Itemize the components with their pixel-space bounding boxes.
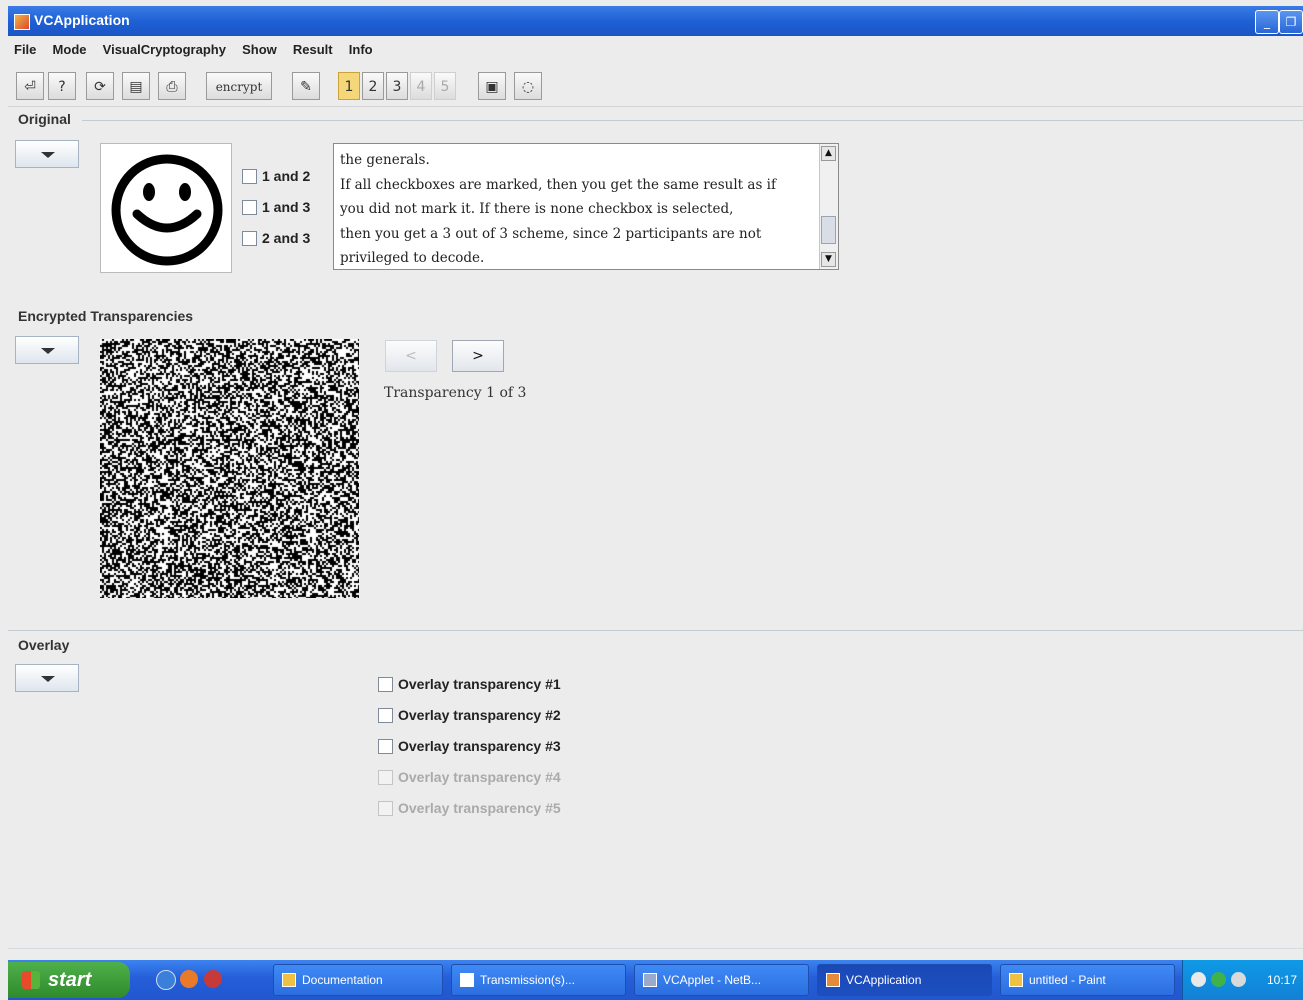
task-vcapplet[interactable]: VCApplet - NetB... bbox=[634, 964, 809, 996]
title-bar[interactable]: VCApplication _ ❐ bbox=[8, 6, 1303, 36]
netbeans-icon bbox=[643, 973, 657, 987]
overlay-checkbox-label: Overlay transparency #4 bbox=[398, 769, 561, 785]
previous-transparency-button[interactable]: < bbox=[385, 340, 437, 372]
transparency-status: Transparency 1 of 3 bbox=[384, 385, 527, 401]
vertical-scrollbar[interactable]: ▲ ▼ bbox=[819, 144, 838, 269]
java-icon bbox=[826, 973, 840, 987]
exit-icon[interactable]: ⏎ bbox=[16, 72, 44, 100]
save-icon[interactable]: ▤ bbox=[122, 72, 150, 100]
app-icon bbox=[14, 14, 30, 30]
overlay-dropdown[interactable] bbox=[15, 664, 79, 692]
taskbar: start Documentation Transmission(s)... V… bbox=[8, 960, 1303, 1000]
chevron-down-icon bbox=[41, 348, 55, 354]
task-documentation[interactable]: Documentation bbox=[273, 964, 443, 996]
overlay-section-label: Overlay bbox=[18, 637, 70, 653]
menu-file[interactable]: File bbox=[8, 38, 42, 61]
start-button[interactable]: start bbox=[8, 962, 130, 998]
document-icon[interactable]: ▣ bbox=[478, 72, 506, 100]
original-dropdown[interactable] bbox=[15, 140, 79, 168]
menu-mode[interactable]: Mode bbox=[47, 38, 93, 61]
overlay-checkbox-label: Overlay transparency #5 bbox=[398, 800, 561, 816]
menu-show[interactable]: Show bbox=[236, 38, 283, 61]
description-text: the generals. If all checkboxes are mark… bbox=[340, 152, 776, 266]
status-divider bbox=[8, 948, 1303, 949]
checkbox-1-and-3[interactable]: 1 and 3 bbox=[242, 199, 310, 215]
menu-bar: File Mode VisualCryptography Show Result… bbox=[8, 38, 1303, 62]
clock: 10:17 bbox=[1266, 973, 1297, 987]
security-icon[interactable] bbox=[1211, 972, 1226, 987]
overlay-checkbox-4: Overlay transparency #4 bbox=[378, 769, 561, 785]
overlay-checkbox-label: Overlay transparency #2 bbox=[398, 707, 561, 723]
print-icon[interactable]: ⎙ bbox=[158, 72, 186, 100]
scroll-up-icon[interactable]: ▲ bbox=[821, 146, 836, 161]
encrypted-dropdown[interactable] bbox=[15, 336, 79, 364]
checkbox-label: 1 and 3 bbox=[262, 199, 311, 215]
overlay-checkbox-2[interactable]: Overlay transparency #2 bbox=[378, 707, 561, 723]
ie-icon[interactable] bbox=[156, 970, 176, 990]
overlay-checkbox-label: Overlay transparency #1 bbox=[398, 676, 561, 692]
encrypt-button[interactable]: encrypt bbox=[206, 72, 272, 100]
page-4-button[interactable]: 4 bbox=[410, 72, 432, 100]
task-transmission[interactable]: Transmission(s)... bbox=[451, 964, 626, 996]
document-icon bbox=[460, 973, 474, 987]
scroll-down-icon[interactable]: ▼ bbox=[821, 252, 836, 267]
smiley-icon bbox=[111, 154, 223, 266]
windows-logo-icon bbox=[22, 971, 40, 989]
section-divider bbox=[8, 630, 1303, 631]
chevron-down-icon bbox=[41, 152, 55, 158]
page-3-button[interactable]: 3 bbox=[386, 72, 408, 100]
window-title: VCApplication bbox=[34, 12, 130, 28]
refresh-icon[interactable]: ⟳ bbox=[86, 72, 114, 100]
checkbox-label: 2 and 3 bbox=[262, 230, 311, 246]
toolbar: ⏎ ? ⟳ ▤ ⎙ encrypt ✎ 1 2 3 4 5 ▣ ◌ bbox=[8, 66, 1303, 107]
network-icon[interactable] bbox=[1191, 972, 1206, 987]
encrypted-section-label: Encrypted Transparencies bbox=[18, 308, 194, 324]
page-1-button[interactable]: 1 bbox=[338, 72, 360, 100]
tools-icon[interactable]: ✎ bbox=[292, 72, 320, 100]
menu-visual-cryptography[interactable]: VisualCryptography bbox=[97, 38, 232, 61]
system-tray: 10:17 bbox=[1182, 960, 1303, 1000]
original-image bbox=[100, 143, 232, 273]
encrypted-transparency-image bbox=[100, 339, 359, 598]
firefox-icon[interactable] bbox=[180, 970, 198, 988]
help-icon[interactable]: ? bbox=[48, 72, 76, 100]
app-quicklaunch-icon[interactable] bbox=[204, 970, 222, 988]
task-paint[interactable]: untitled - Paint bbox=[1000, 964, 1175, 996]
overlay-checkbox-3[interactable]: Overlay transparency #3 bbox=[378, 738, 561, 754]
volume-icon[interactable] bbox=[1231, 972, 1246, 987]
overlay-checkbox-label: Overlay transparency #3 bbox=[398, 738, 561, 754]
overlay-checkbox-1[interactable]: Overlay transparency #1 bbox=[378, 676, 561, 692]
page-5-button[interactable]: 5 bbox=[434, 72, 456, 100]
next-transparency-button[interactable]: > bbox=[452, 340, 504, 372]
chevron-down-icon bbox=[41, 676, 55, 682]
original-section-label: Original bbox=[18, 111, 71, 127]
checkbox-2-and-3[interactable]: 2 and 3 bbox=[242, 230, 310, 246]
scroll-thumb[interactable] bbox=[821, 216, 836, 244]
restore-button[interactable]: ❐ bbox=[1279, 10, 1303, 34]
folder-icon bbox=[282, 973, 296, 987]
description-textarea[interactable]: the generals. If all checkboxes are mark… bbox=[333, 143, 839, 270]
checkbox-1-and-2[interactable]: 1 and 2 bbox=[242, 168, 310, 184]
paint-icon bbox=[1009, 973, 1023, 987]
overlay-checkbox-5: Overlay transparency #5 bbox=[378, 800, 561, 816]
menu-info[interactable]: Info bbox=[343, 38, 379, 61]
checkbox-label: 1 and 2 bbox=[262, 168, 311, 184]
menu-result[interactable]: Result bbox=[287, 38, 339, 61]
chat-icon[interactable]: ◌ bbox=[514, 72, 542, 100]
section-divider bbox=[82, 120, 1303, 121]
task-vcapplication[interactable]: VCApplication bbox=[817, 964, 992, 996]
page-2-button[interactable]: 2 bbox=[362, 72, 384, 100]
minimize-button[interactable]: _ bbox=[1255, 10, 1279, 34]
